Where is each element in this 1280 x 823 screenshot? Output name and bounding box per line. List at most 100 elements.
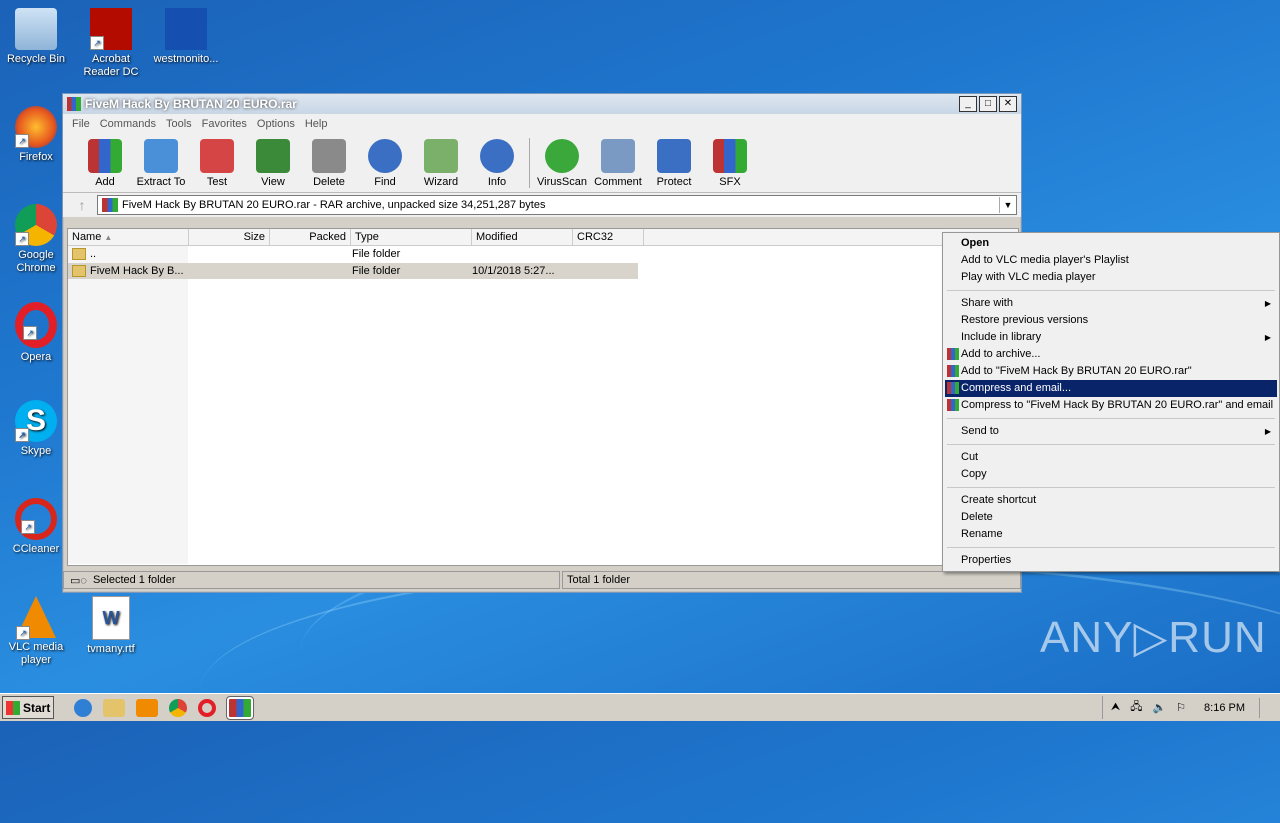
file-icon (165, 8, 207, 50)
clock[interactable]: 8:16 PM (1204, 702, 1245, 714)
window-titlebar[interactable]: FiveM Hack By BRUTAN 20 EURO.rar _ □ ✕ (63, 94, 1021, 114)
name-column-shade (68, 246, 188, 564)
menu-item-properties[interactable]: Properties (945, 552, 1277, 569)
volume-icon[interactable]: 🔈 (1152, 701, 1166, 714)
shortcut-arrow-icon: ↗ (15, 428, 29, 442)
network-icon[interactable]: 🖧 (1130, 698, 1142, 717)
start-button[interactable]: Start (2, 696, 54, 719)
show-desktop-button[interactable] (1259, 697, 1270, 718)
column-modified[interactable]: Modified (472, 229, 573, 245)
drive-icon: ▭◌ (70, 574, 87, 587)
winrar-taskbar-icon[interactable] (226, 695, 254, 720)
submenu-arrow-icon: ▶ (1264, 333, 1271, 342)
extract-to-button[interactable]: Extract To (133, 139, 189, 192)
winrar-icon (102, 198, 118, 212)
skype-icon: S ↗ (15, 400, 57, 442)
path-text: FiveM Hack By BRUTAN 20 EURO.rar - RAR a… (122, 199, 546, 211)
menu-item-play-vlc[interactable]: Play with VLC media player (945, 269, 1277, 286)
menu-item-rename[interactable]: Rename (945, 526, 1277, 543)
firefox-icon: ↗ (15, 106, 57, 148)
menu-item-cut[interactable]: Cut (945, 449, 1277, 466)
menu-item-vlc-playlist[interactable]: Add to VLC media player's Playlist (945, 252, 1277, 269)
menu-item-delete[interactable]: Delete (945, 509, 1277, 526)
info-button[interactable]: Info (469, 139, 525, 192)
desktop-icon-acrobat[interactable]: ↗ Acrobat Reader DC (75, 8, 147, 79)
menu-item-add-to-rar[interactable]: Add to "FiveM Hack By BRUTAN 20 EURO.rar… (945, 363, 1277, 380)
view-button[interactable]: View (245, 139, 301, 192)
comment-button[interactable]: Comment (590, 139, 646, 192)
toolbar-separator (529, 138, 530, 188)
virusscan-button[interactable]: VirusScan (534, 139, 590, 192)
winrar-icon (947, 399, 959, 411)
column-name[interactable]: Name ▲ (68, 229, 189, 245)
test-button[interactable]: Test (189, 139, 245, 192)
menu-item-share-with[interactable]: Share with ▶ (945, 295, 1277, 312)
tray-expand-icon[interactable]: ⮝ (1111, 701, 1120, 714)
chevron-down-icon[interactable]: ▼ (999, 197, 1016, 213)
find-button[interactable]: Find (357, 139, 413, 192)
menu-separator (947, 290, 1275, 291)
column-size[interactable]: Size (189, 229, 270, 245)
media-player-icon[interactable] (136, 698, 158, 717)
winrar-icon (947, 382, 959, 394)
ie-icon[interactable] (74, 698, 92, 717)
column-type[interactable]: Type (351, 229, 472, 245)
add-archive-icon (88, 139, 122, 173)
path-combobox[interactable]: FiveM Hack By BRUTAN 20 EURO.rar - RAR a… (97, 195, 1017, 215)
context-menu: Open Add to VLC media player's Playlist … (942, 232, 1280, 572)
column-header-row: Name ▲ Size Packed Type Modified CRC32 (68, 229, 1018, 246)
table-row[interactable]: .. File folder (68, 246, 568, 262)
menu-item-compress-to-rar-email[interactable]: Compress to "FiveM Hack By BRUTAN 20 EUR… (945, 397, 1277, 414)
column-packed[interactable]: Packed (270, 229, 351, 245)
sfx-button[interactable]: SFX (702, 139, 758, 192)
chrome-icon[interactable] (169, 698, 187, 717)
table-row-selected[interactable]: FiveM Hack By B... File folder 10/1/2018… (68, 263, 638, 279)
acrobat-icon: ↗ (90, 8, 132, 50)
menu-options[interactable]: Options (252, 118, 300, 130)
menu-help[interactable]: Help (300, 118, 333, 130)
menu-file[interactable]: File (67, 118, 95, 130)
maximize-button[interactable]: □ (979, 96, 997, 112)
desktop-icon-westmonitor[interactable]: westmonito... (150, 8, 222, 66)
recycle-bin-icon (15, 8, 57, 50)
minimize-button[interactable]: _ (959, 96, 977, 112)
magnifier-icon (368, 139, 402, 173)
menu-item-create-shortcut[interactable]: Create shortcut (945, 492, 1277, 509)
folder-icon (72, 265, 86, 278)
menu-item-send-to[interactable]: Send to ▶ (945, 423, 1277, 440)
menu-favorites[interactable]: Favorites (197, 118, 252, 130)
sort-asc-icon: ▲ (104, 233, 113, 242)
menu-bar: File Commands Tools Favorites Options He… (63, 114, 1021, 134)
menu-tools[interactable]: Tools (161, 118, 197, 130)
desktop-icon-label: Recycle Bin (6, 53, 66, 65)
column-crc32[interactable]: CRC32 (573, 229, 644, 245)
up-arrow-icon[interactable]: ↑ (67, 197, 97, 213)
menu-item-open[interactable]: Open (945, 235, 1277, 252)
word-doc-icon: W (92, 596, 130, 640)
desktop-icon-recycle-bin[interactable]: Recycle Bin (0, 8, 72, 66)
menu-item-include-library[interactable]: Include in library ▶ (945, 329, 1277, 346)
menu-item-compress-email[interactable]: Compress and email... (945, 380, 1277, 397)
desktop-icon-vlc[interactable]: ↗ VLC media player (0, 596, 72, 667)
close-button[interactable]: ✕ (999, 96, 1017, 112)
windows-flag-icon (6, 700, 20, 715)
desktop-icon-label: Firefox (19, 151, 53, 163)
winrar-icon (947, 365, 959, 377)
desktop-icon-tvmany[interactable]: W tvmany.rtf (75, 596, 147, 656)
explorer-folder-icon[interactable] (103, 698, 125, 717)
magic-wand-icon (424, 139, 458, 173)
file-list[interactable]: Name ▲ Size Packed Type Modified CRC32 .… (67, 228, 1019, 566)
action-center-flag-icon[interactable]: ⚐ (1176, 701, 1186, 714)
menu-item-copy[interactable]: Copy (945, 466, 1277, 483)
add-button[interactable]: Add (77, 139, 133, 192)
menu-item-add-to-archive[interactable]: Add to archive... (945, 346, 1277, 363)
desktop-icon-label: Skype (20, 445, 52, 457)
menu-item-restore-versions[interactable]: Restore previous versions (945, 312, 1277, 329)
anyrun-watermark: ANY▷RUN (1040, 613, 1267, 662)
winrar-window[interactable]: FiveM Hack By BRUTAN 20 EURO.rar _ □ ✕ F… (62, 93, 1022, 593)
opera-icon[interactable] (198, 698, 216, 717)
menu-commands[interactable]: Commands (95, 118, 161, 130)
delete-button[interactable]: Delete (301, 139, 357, 192)
wizard-button[interactable]: Wizard (413, 139, 469, 192)
protect-button[interactable]: Protect (646, 139, 702, 192)
